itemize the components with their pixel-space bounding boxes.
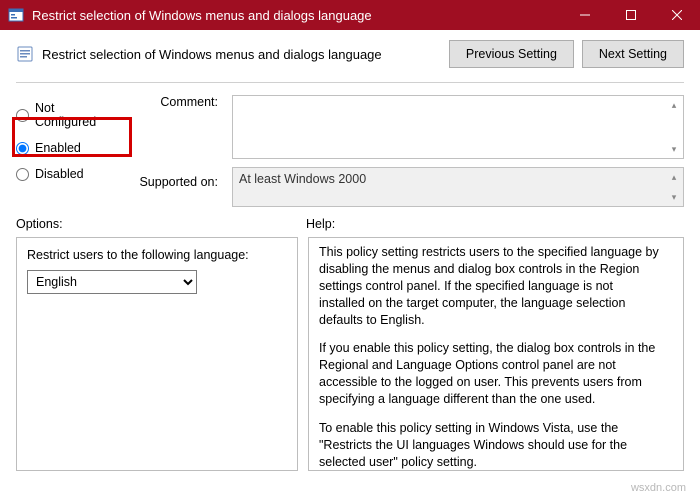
radio-disabled[interactable]: Disabled bbox=[16, 167, 118, 181]
lower-panels: Restrict users to the following language… bbox=[0, 237, 700, 483]
next-setting-button[interactable]: Next Setting bbox=[582, 40, 684, 68]
minimize-button[interactable] bbox=[562, 0, 608, 30]
radio-disabled-input[interactable] bbox=[16, 168, 29, 181]
previous-setting-button[interactable]: Previous Setting bbox=[449, 40, 574, 68]
restrict-language-label: Restrict users to the following language… bbox=[27, 248, 287, 262]
comment-textarea[interactable]: ▴ ▾ bbox=[232, 95, 684, 159]
window-title: Restrict selection of Windows menus and … bbox=[32, 8, 562, 23]
language-select[interactable]: English bbox=[27, 270, 197, 294]
divider bbox=[16, 82, 684, 83]
scroll-up-icon[interactable]: ▴ bbox=[667, 98, 681, 112]
state-section: Not Configured Enabled Disabled Comment:… bbox=[0, 89, 700, 215]
options-heading: Options: bbox=[16, 217, 306, 231]
scroll-up-icon[interactable]: ▴ bbox=[667, 170, 681, 184]
app-icon bbox=[8, 7, 24, 23]
window-controls bbox=[562, 0, 700, 30]
policy-title: Restrict selection of Windows menus and … bbox=[42, 47, 441, 62]
supported-scroll: ▴ ▾ bbox=[667, 170, 681, 204]
help-paragraph: To enable this policy setting in Windows… bbox=[319, 420, 661, 470]
supported-value: At least Windows 2000 bbox=[233, 168, 683, 190]
maximize-button[interactable] bbox=[608, 0, 654, 30]
help-heading: Help: bbox=[306, 217, 335, 231]
watermark: wsxdn.com bbox=[631, 482, 686, 494]
title-bar: Restrict selection of Windows menus and … bbox=[0, 0, 700, 30]
help-paragraph: If you enable this policy setting, the d… bbox=[319, 340, 661, 408]
help-text-scroll[interactable]: This policy setting restricts users to t… bbox=[309, 238, 683, 470]
radio-not-configured[interactable]: Not Configured bbox=[16, 101, 118, 129]
field-values: ▴ ▾ At least Windows 2000 ▴ ▾ bbox=[232, 95, 684, 207]
help-panel: This policy setting restricts users to t… bbox=[308, 237, 684, 471]
comment-scroll: ▴ ▾ bbox=[667, 98, 681, 156]
supported-on-box: At least Windows 2000 ▴ ▾ bbox=[232, 167, 684, 207]
scroll-down-icon[interactable]: ▾ bbox=[667, 142, 681, 156]
radio-not-configured-input[interactable] bbox=[16, 109, 29, 122]
section-labels: Options: Help: bbox=[0, 215, 700, 237]
comment-value bbox=[233, 96, 683, 104]
comment-label: Comment: bbox=[132, 95, 218, 167]
state-radio-group: Not Configured Enabled Disabled bbox=[16, 95, 118, 193]
header-row: Restrict selection of Windows menus and … bbox=[0, 30, 700, 78]
radio-enabled-input[interactable] bbox=[16, 142, 29, 155]
close-button[interactable] bbox=[654, 0, 700, 30]
options-panel: Restrict users to the following language… bbox=[16, 237, 298, 471]
help-paragraph: This policy setting restricts users to t… bbox=[319, 244, 661, 328]
radio-label: Not Configured bbox=[35, 101, 118, 129]
policy-icon bbox=[16, 45, 34, 63]
radio-enabled[interactable]: Enabled bbox=[16, 141, 118, 155]
supported-label: Supported on: bbox=[132, 175, 218, 189]
radio-label: Enabled bbox=[35, 141, 81, 155]
radio-label: Disabled bbox=[35, 167, 84, 181]
scroll-down-icon[interactable]: ▾ bbox=[667, 190, 681, 204]
field-labels: Comment: Supported on: bbox=[132, 95, 218, 189]
